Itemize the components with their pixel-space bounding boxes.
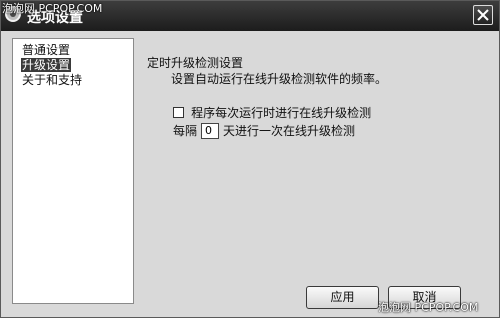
sidebar-item-label: 关于和支持 [22,73,83,87]
check-on-run-label[interactable]: 程序每次运行时进行在线升级检测 [191,106,371,120]
check-on-run-checkbox[interactable] [173,107,184,118]
close-icon [477,9,489,21]
interval-days-input[interactable] [201,122,220,139]
watermark-bottom: 泡泡网 PCPOP.COM [378,301,479,314]
check-on-run-row: 程序每次运行时进行在线升级检测 [173,102,371,120]
interval-row: 每隔 天进行一次在线升级检测 [173,122,355,140]
apply-button[interactable]: 应用 [306,286,379,309]
interval-suffix: 天进行一次在线升级检测 [223,124,356,138]
settings-category-list: 普通设置 升级设置 关于和支持 [12,38,134,304]
close-button[interactable] [473,5,493,25]
sidebar-item-upgrade[interactable]: 升级设置 [13,58,133,73]
sidebar-item-about[interactable]: 关于和支持 [13,73,133,88]
sidebar-item-label: 普通设置 [22,43,71,57]
sidebar-item-general[interactable]: 普通设置 [13,43,133,58]
watermark-top: 泡泡网 PCPOP.COM [2,2,103,15]
sidebar-item-label: 升级设置 [21,58,72,72]
section-title: 定时升级检测设置 [147,56,244,70]
interval-prefix: 每隔 [173,124,198,138]
section-description: 设置自动运行在线升级检测软件的频率。 [171,72,388,86]
options-dialog: 选项设置 普通设置 升级设置 关于和支持 定时升级检测设置 设置自动运行在线升级… [0,0,500,318]
